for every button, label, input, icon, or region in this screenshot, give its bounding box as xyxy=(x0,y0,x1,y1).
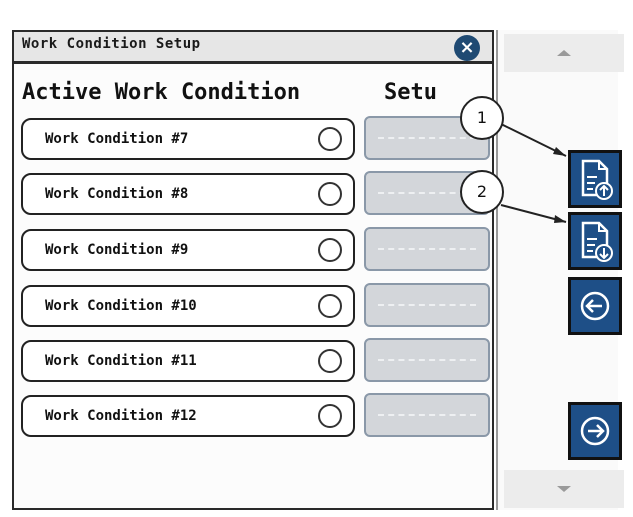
scroll-down-button[interactable] xyxy=(504,470,624,508)
radio-button[interactable] xyxy=(318,294,342,318)
work-condition-label: Work Condition #10 xyxy=(45,298,197,314)
scroll-up-button[interactable] xyxy=(504,34,624,72)
setup-button-10[interactable] xyxy=(364,283,490,327)
work-condition-label: Work Condition #9 xyxy=(45,242,189,258)
work-condition-row-8[interactable]: Work Condition #8 xyxy=(21,173,355,215)
radio-button[interactable] xyxy=(318,182,342,206)
save-document-button[interactable] xyxy=(568,212,622,270)
setup-button-11[interactable] xyxy=(364,338,490,382)
radio-button[interactable] xyxy=(318,127,342,151)
callout-number: 2 xyxy=(476,182,488,201)
document-upload-icon xyxy=(581,159,613,200)
close-button[interactable]: × xyxy=(454,35,480,61)
work-condition-row-10[interactable]: Work Condition #10 xyxy=(21,285,355,327)
callout-number: 1 xyxy=(476,108,488,127)
radio-button[interactable] xyxy=(318,238,342,262)
arrow-left-icon xyxy=(580,291,610,321)
scroll-up-icon xyxy=(557,50,571,56)
close-icon: × xyxy=(459,37,475,58)
callout-1: 1 xyxy=(460,96,504,140)
work-condition-row-11[interactable]: Work Condition #11 xyxy=(21,340,355,382)
callout-2: 2 xyxy=(460,170,504,214)
document-download-icon xyxy=(581,221,613,262)
load-document-button[interactable] xyxy=(568,150,622,208)
setup-column-header: Setu xyxy=(384,80,437,105)
setup-button-12[interactable] xyxy=(364,393,490,437)
radio-button[interactable] xyxy=(318,404,342,428)
work-condition-label: Work Condition #8 xyxy=(45,186,189,202)
work-condition-row-12[interactable]: Work Condition #12 xyxy=(21,395,355,437)
scroll-down-icon xyxy=(557,486,571,492)
work-condition-row-9[interactable]: Work Condition #9 xyxy=(21,229,355,271)
dialog-title: Work Condition Setup xyxy=(22,36,201,52)
radio-button[interactable] xyxy=(318,349,342,373)
setup-button-9[interactable] xyxy=(364,227,490,271)
back-button[interactable] xyxy=(568,277,622,335)
work-condition-label: Work Condition #7 xyxy=(45,131,189,147)
work-condition-label: Work Condition #12 xyxy=(45,408,197,424)
active-column-header: Active Work Condition xyxy=(22,80,301,105)
work-condition-label: Work Condition #11 xyxy=(45,353,197,369)
forward-button[interactable] xyxy=(568,402,622,460)
arrow-right-icon xyxy=(580,416,610,446)
work-condition-row-7[interactable]: Work Condition #7 xyxy=(21,118,355,160)
